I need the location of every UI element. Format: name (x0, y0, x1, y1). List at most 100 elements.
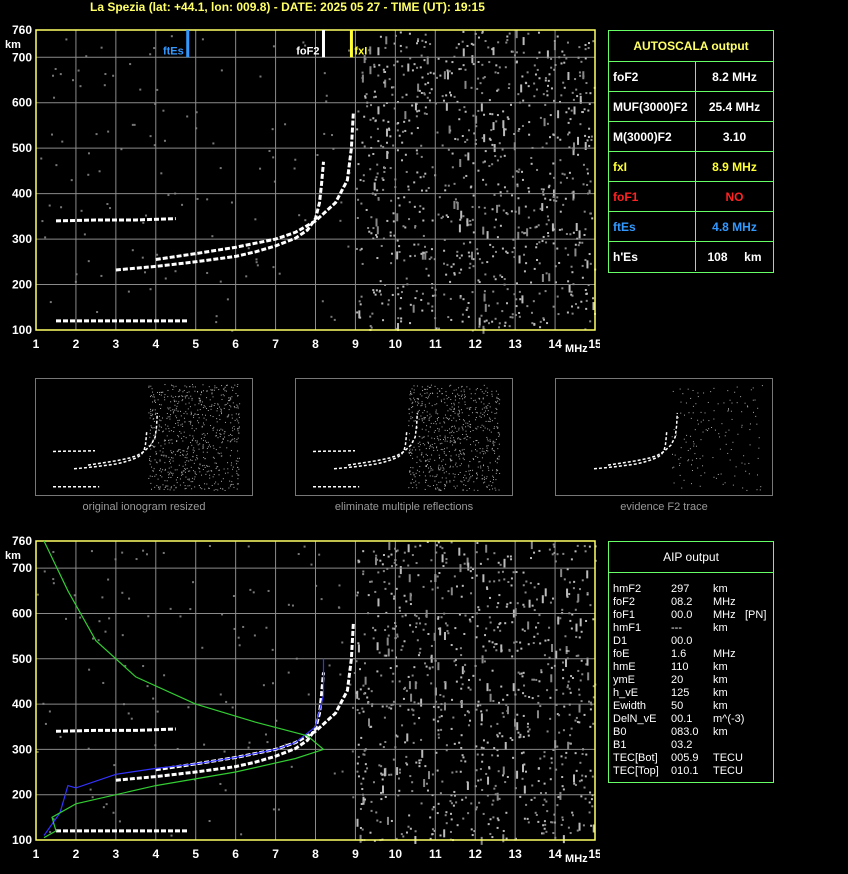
x-tick-label: 1 (33, 337, 40, 351)
x-tick-label: 2 (73, 337, 80, 351)
autoscala-row: foF2 8.2 MHz (609, 61, 773, 92)
x-tick-label: 13 (508, 337, 522, 351)
aip-row: hmF2 297 km (609, 583, 773, 596)
x-tick-label: 3 (113, 337, 120, 351)
thumbnail-evidence-f2 (555, 378, 773, 496)
aip-param-unit: TECU (713, 765, 743, 777)
x-tick-label: 7 (272, 847, 279, 861)
autoscala-row: h'Es 108 km (609, 241, 773, 271)
aip-row: ymE 20 km (609, 674, 773, 687)
thumb-trace (333, 430, 408, 470)
aip-param-value: 125 (671, 687, 690, 699)
aip-param-name: hmF1 (613, 622, 642, 634)
aip-title: AIP output (609, 542, 773, 573)
aip-rows: hmF2 297 km foF2 08.2 MHz foF1 00.0 MHz [PN] hmF1 -… (609, 573, 773, 778)
aip-param-value: 08.2 (671, 596, 693, 608)
x-unit-label: MHz (565, 853, 588, 865)
autoscala-param-name: MUF(3000)F2 (609, 91, 696, 122)
y-unit-label: km (5, 39, 21, 51)
autoscala-param-value: 8.9 MHz (695, 151, 773, 182)
autoscala-output-panel: AUTOSCALA output foF2 8.2 MHz MUF(3000)F2 2… (608, 30, 774, 273)
autoscala-param-name: M(3000)F2 (609, 121, 696, 152)
y-tick-label: 300 (12, 742, 32, 756)
thumb-trace (52, 449, 96, 453)
aip-row: DelN_vE 00.1 m^(-3) (609, 713, 773, 726)
main-ionogram-svg: 760700600500400300200100km1 2 3 4 5 6 7 8 9 10 11 1… (5, 23, 602, 355)
aip-param-unit: km (713, 661, 728, 673)
trace-aip-profile-blue- (43, 658, 325, 836)
aip-param-unit: km (713, 622, 728, 634)
autoscala-row: M(3000)F2 3.10 (609, 121, 773, 152)
aip-param-value: 00.0 (671, 635, 693, 647)
aip-param-value: 083.0 (671, 726, 699, 738)
aip-param-unit: MHz (713, 648, 736, 660)
aip-param-name: h_vE (613, 687, 639, 699)
autoscala-title: AUTOSCALA output (633, 39, 749, 53)
y-tick-label: 700 (12, 50, 32, 64)
aip-param-unit: MHz (713, 596, 736, 608)
autoscala-param-value: 4.8 MHz (695, 211, 773, 242)
aip-param-unit: km (713, 700, 728, 712)
y-tick-label: 600 (12, 606, 32, 620)
aip-ionogram: 760 700 600 500 400 300 200 100 km 1 2 3 4 5 6 7 8 9 10 11 1… (0, 530, 602, 869)
marker-label-ftes: ftEs (163, 45, 184, 57)
y-tick-label: 100 (12, 833, 32, 847)
y-tick-label: 200 (12, 278, 32, 292)
noise-speckle (36, 541, 597, 845)
aip-param-name: foF2 (613, 596, 636, 608)
x-tick-label: 10 (389, 847, 403, 861)
thumb-speckle (148, 384, 241, 491)
y-tick-label: 400 (12, 187, 32, 201)
trace-second-hop-trace (55, 727, 176, 733)
autoscala-param-value: 8.2 MHz (695, 61, 773, 92)
thumbnail-caption-original: original ionogram resized (82, 501, 206, 513)
trace-second-hop-trace (55, 217, 176, 223)
marker-label-fxi: fxI (354, 45, 367, 57)
aip-param-value: 010.1 (671, 765, 699, 777)
autoscala-table: foF2 8.2 MHz MUF(3000)F2 25.4 MHz M(3000)F2 3… (609, 61, 773, 271)
trace-aip-model-green- (43, 540, 325, 839)
aip-param-unit: km (713, 687, 728, 699)
x-tick-label: 14 (548, 337, 562, 351)
marker-fxi (349, 30, 353, 58)
y-tick-label: 200 (12, 788, 32, 802)
x-tick-label: 15 (588, 337, 600, 351)
aip-row: B0 083.0 km (609, 726, 773, 739)
aip-output-panel: AIP output hmF2 297 km foF2 08.2 MHz foF1 00.0 M… (608, 541, 774, 783)
aip-param-unit: MHz (713, 609, 736, 621)
aip-param-flag: [PN] (745, 609, 767, 621)
x-tick-label: 9 (352, 337, 359, 351)
aip-param-value: 50 (671, 700, 684, 712)
aip-param-name: TEC[Top] (613, 765, 659, 777)
aip-row: B1 03.2 (609, 739, 773, 752)
y-unit-label: km (5, 550, 21, 562)
x-tick-label: 12 (469, 337, 483, 351)
x-tick-label: 8 (312, 847, 319, 861)
thumb-trace (347, 412, 419, 466)
aip-param-name: foF1 (613, 609, 636, 621)
x-tick-label: 11 (429, 337, 442, 351)
x-tick-label: 1 (33, 847, 40, 861)
aip-row: foF1 00.0 MHz [PN] (609, 609, 773, 622)
aip-param-unit: km (713, 583, 728, 595)
main-ionogram: 760 700 600 500 400 300 200 100 km 1 2 3 4 5 6 7 8 9 10 11 1… (0, 0, 602, 360)
x-tick-label: 10 (389, 337, 403, 351)
marker-ftes (186, 30, 190, 58)
aip-param-value: 00.1 (671, 713, 693, 725)
aip-param-name: TEC[Bot] (613, 752, 658, 764)
thumb-speckle (671, 385, 763, 491)
aip-param-name: DelN_vE (613, 713, 657, 725)
thumbnail-caption-evidence: evidence F2 trace (620, 501, 708, 513)
aip-row: hmF1 --- km (609, 622, 773, 635)
thumb-trace (607, 412, 679, 466)
aip-row: TEC[Bot] 005.9 TECU (609, 752, 773, 765)
x-tick-label: 2 (73, 847, 80, 861)
autoscala-row: foF1 NO (609, 181, 773, 212)
aip-param-name: B1 (613, 739, 627, 751)
y-tick-label: 500 (12, 141, 32, 155)
autoscala-row: fxI 8.9 MHz (609, 151, 773, 182)
thumb-trace (87, 412, 159, 466)
x-tick-label: 4 (152, 337, 159, 351)
aip-param-value: 110 (671, 661, 689, 673)
aip-row: foE 1.6 MHz (609, 648, 773, 661)
